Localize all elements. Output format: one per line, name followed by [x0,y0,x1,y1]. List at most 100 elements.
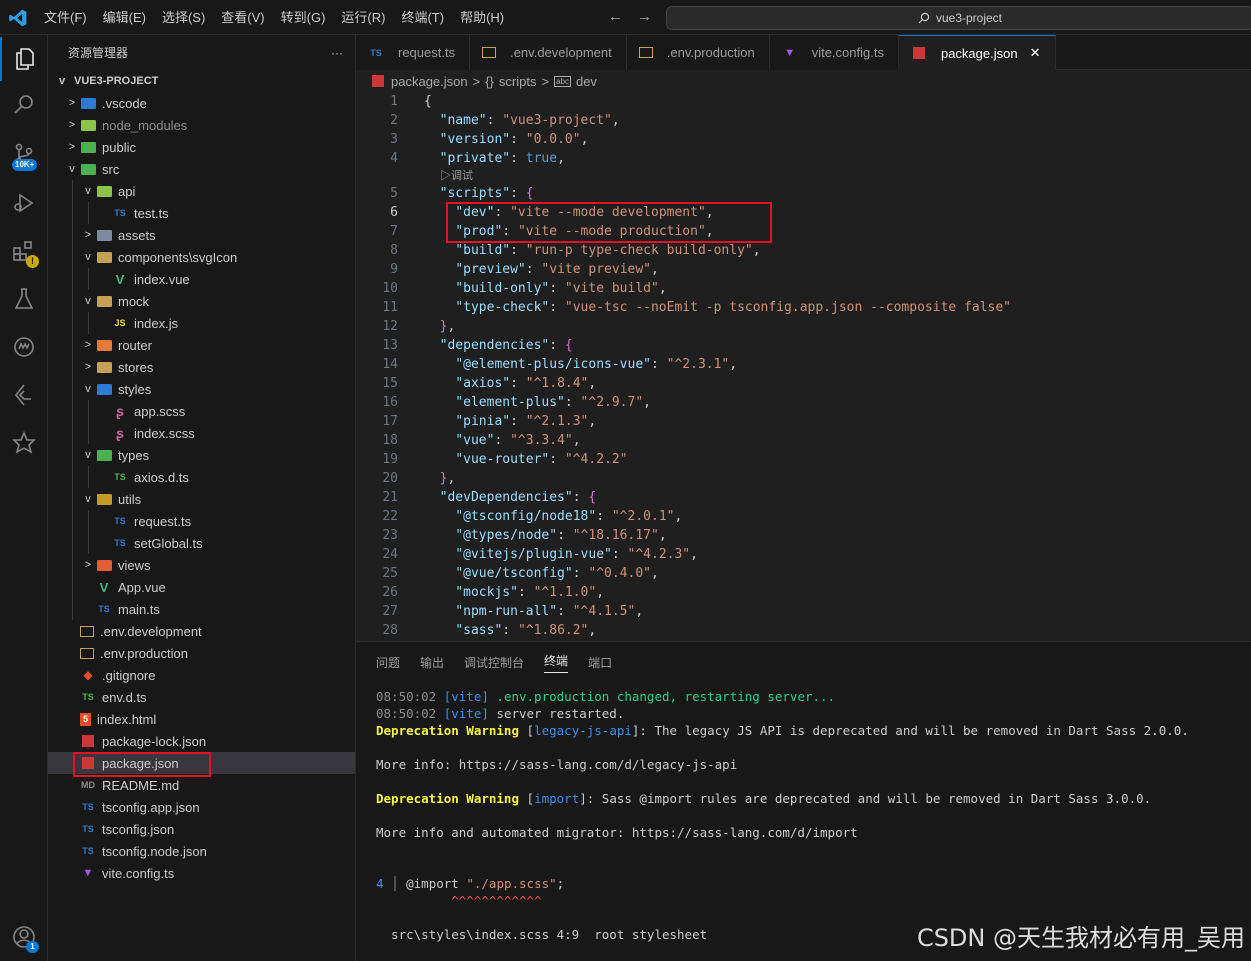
tree-item[interactable]: V App.vue [48,576,355,598]
code-token: "devDependencies" [439,490,573,505]
tree-item[interactable]: TS main.ts [48,598,355,620]
menu-item[interactable]: 文件(F) [36,0,95,35]
tree-item[interactable]: v utils [48,488,355,510]
panel-tab[interactable]: 端口 [588,654,612,671]
tree-item[interactable]: > router [48,334,355,356]
debug-code-lens[interactable]: ▷调试 [440,168,473,184]
back-arrow-icon[interactable]: ← [608,8,623,25]
tree-item[interactable]: v mock [48,290,355,312]
tree-item[interactable]: v api [48,180,355,202]
project-name: VUE3-PROJECT [74,75,159,87]
source-control-activity[interactable]: 10K+ [0,133,48,177]
tree-item-label: App.vue [118,579,166,595]
tree-item[interactable]: TS request.ts [48,510,355,532]
scm-count-badge: 10K+ [12,159,38,171]
tree-item[interactable]: Vindex.vue [48,268,355,290]
code-token: "^1.1.0" [533,585,597,600]
chevron-right-icon: > [84,361,92,373]
line-number: 24 [382,547,398,562]
tree-item[interactable]: TS tsconfig.node.json [48,840,355,862]
terminal-output[interactable]: 08:50:02 [vite] .env.production changed,… [376,688,1189,943]
project-root[interactable]: v VUE3-PROJECT [48,70,355,92]
tree-item[interactable]: package-lock.json [48,730,355,752]
line-number: 5 [390,186,398,201]
remote-activity[interactable] [0,325,48,369]
close-icon[interactable]: ✕ [1030,45,1041,61]
tree-item[interactable]: TS axios.d.ts [48,466,355,488]
tree-item[interactable]: > stores [48,356,355,378]
tree-item[interactable]: TS tsconfig.app.json [48,796,355,818]
menu-item[interactable]: 编辑(E) [95,0,154,35]
tree-item[interactable]: v src [48,158,355,180]
tree-item[interactable]: > node_modules [48,114,355,136]
indent-guide [72,180,73,202]
tree-item[interactable]: TS tsconfig.json [48,818,355,840]
extensions-activity[interactable]: ! [0,229,48,273]
explorer-activity[interactable] [0,37,48,81]
code-token: , [588,623,597,638]
command-center[interactable]: vue3-project [666,6,1251,30]
more-actions-icon[interactable]: ··· [331,46,343,60]
panel-tab[interactable]: 输出 [420,654,444,671]
tree-item[interactable]: ◆ .gitignore [48,664,355,686]
tree-item[interactable]: > .vscode [48,92,355,114]
panel-tab[interactable]: 调试控制台 [464,654,524,671]
menu-item[interactable]: 帮助(H) [452,0,512,35]
breadcrumb-file[interactable]: package.json [391,74,468,89]
tree-item[interactable]: TS env.d.ts [48,686,355,708]
code-token: , [651,262,659,277]
menu-item[interactable]: 终端(T) [393,0,452,35]
tree-item[interactable]: MD README.md [48,774,355,796]
ts-icon: TS [98,604,110,614]
line-number: 15 [382,376,398,391]
tree-item[interactable]: JS index.js [48,312,355,334]
menu-item[interactable]: 查看(V) [213,0,272,35]
extension-panel-activity[interactable] [0,421,48,465]
tree-item[interactable]: TS setGlobal.ts [48,532,355,554]
testing-activity[interactable] [0,277,48,321]
tab-request-ts[interactable]: TS request.ts [356,35,471,70]
tree-item[interactable]: 5 index.html [48,708,355,730]
forward-arrow-icon[interactable]: → [637,8,652,25]
tree-item[interactable]: v components\svgIcon [48,246,355,268]
tree-item[interactable]: ▼ vite.config.ts [48,862,355,884]
code-editor[interactable]: 1{2 "name": "vue3-project", 3 "version": … [356,92,1251,641]
code-line: 10 "build-only": "vite build", [356,279,1251,298]
run-debug-activity[interactable] [0,181,48,225]
menu-item[interactable]: 运行(R) [333,0,393,35]
tab-package-json[interactable]: package.json ✕ [898,35,1056,70]
ts-icon: TS [82,802,94,812]
accounts-activity[interactable]: 1 [0,915,48,959]
tab-vite-config-ts[interactable]: ▼ vite.config.ts [769,35,899,70]
tab-env-development[interactable]: .env.development [470,35,627,70]
vite-icon: ▼ [784,46,796,59]
tree-item[interactable]: v styles [48,378,355,400]
line-number: 3 [390,132,398,147]
tree-item[interactable]: .env.production [48,642,355,664]
tree-item[interactable]: ʂ index.scss [48,422,355,444]
search-activity[interactable] [0,83,48,127]
tree-item[interactable]: ʂ app.scss [48,400,355,422]
code-line: 27 "npm-run-all": "^4.1.5", [356,602,1251,621]
code-line: 13 "dependencies": { [356,336,1251,355]
terminal-line: 08:50:02 [vite] server restarted. [376,705,1189,722]
tree-item[interactable]: TS test.ts [48,202,355,224]
line-number: 26 [382,585,398,600]
panel-tab[interactable]: 问题 [376,654,400,671]
ts-icon: TS [370,47,382,58]
tree-item[interactable]: .env.development [48,620,355,642]
panel-tab[interactable]: 终端 [544,652,569,673]
breadcrumb-scripts[interactable]: scripts [499,74,537,89]
terminal-token: │ [391,876,407,891]
menu-item[interactable]: 转到(G) [273,0,334,35]
tab-env-production[interactable]: .env.production [626,35,770,70]
menu-item[interactable]: 选择(S) [154,0,213,35]
tree-item[interactable]: > assets [48,224,355,246]
tree-item[interactable]: > public [48,136,355,158]
gitlens-activity[interactable] [0,373,48,417]
breadcrumb-dev[interactable]: dev [576,74,597,89]
tree-item[interactable]: v types [48,444,355,466]
tree-item[interactable]: > views [48,554,355,576]
